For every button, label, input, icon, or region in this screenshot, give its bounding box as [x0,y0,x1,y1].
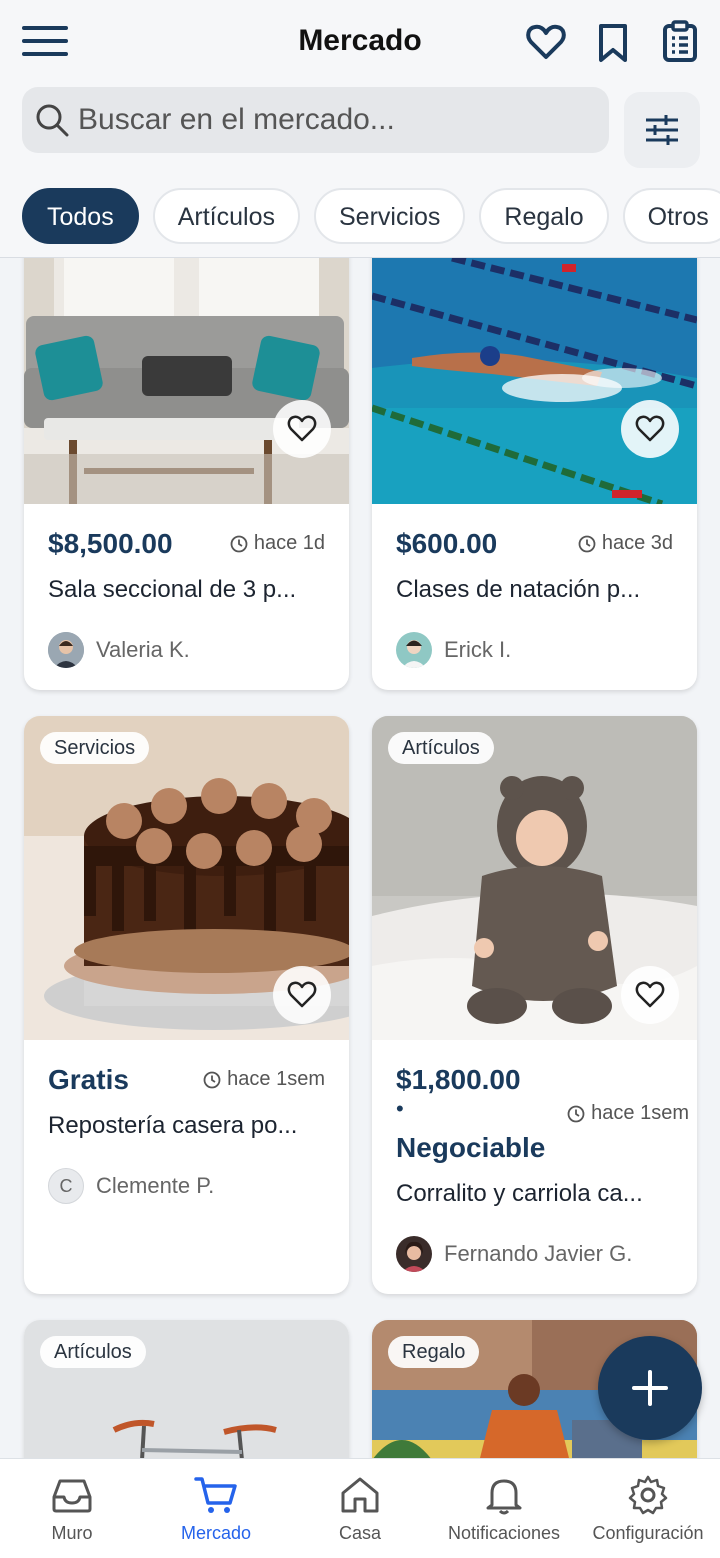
listing-card[interactable]: $600.00 hace 3d Clases de natación p... … [372,258,697,690]
sofa-photo [24,258,349,504]
search-bar[interactable] [22,87,609,153]
top-bar: Mercado [0,0,720,86]
favorite-button[interactable] [621,966,679,1024]
tab-notificaciones[interactable]: Notificaciones [432,1475,576,1544]
negotiable-label: Negociable [396,1132,546,1163]
search-icon [36,104,69,137]
listing-seller: Erick I. [396,632,511,668]
listing-card[interactable]: Artículos [24,1320,349,1458]
listing-seller: Fernando Javier G. [396,1236,632,1272]
tab-label: Casa [338,1523,382,1543]
category-tag: Regalo [388,1336,480,1368]
listing-time-text: hace 1sem [591,1102,689,1124]
listing-price: $600.00 [396,528,498,559]
listing-time: hace 1sem [567,1102,689,1125]
listing-price: Gratis [48,1064,129,1095]
listing-seller: Valeria K. [48,632,190,668]
favorite-button[interactable] [273,400,331,458]
tab-muro[interactable]: Muro [0,1475,144,1544]
bottom-tab-bar: Muro Mercado Casa Notificaciones Configu… [0,1458,720,1558]
bookmark-icon[interactable] [592,20,634,64]
listing-card[interactable]: Servicios Gratis hace 1sem Repostería ca… [24,716,349,1294]
listing-title: Sala seccional de 3 p... [48,576,297,603]
tab-mercado[interactable]: Mercado [144,1475,288,1544]
listing-time-text: hace 1d [253,532,325,554]
home-icon [341,1477,379,1513]
chip-servicios[interactable]: Servicios [313,188,466,244]
inbox-icon [52,1479,92,1513]
filter-settings-button[interactable] [624,92,700,168]
listing-price: $1,800.00 [396,1064,521,1095]
clock-icon [578,535,596,552]
avatar [48,632,84,668]
category-tag: Servicios [40,732,150,764]
heart-icon[interactable] [525,20,567,64]
clock-icon [567,1105,585,1122]
seller-name: Valeria K. [96,637,190,662]
listing-title: Corralito y carriola ca... [396,1180,643,1207]
tab-label: Mercado [180,1523,252,1543]
listing-time: hace 1sem [203,1068,325,1091]
chip-regalo[interactable]: Regalo [479,188,609,244]
clock-icon [230,535,248,552]
favorite-button[interactable] [621,400,679,458]
heart-icon [635,981,665,1008]
heart-icon [635,415,665,442]
favorite-button[interactable] [273,966,331,1024]
category-filter-chips: Todos Artículos Servicios Regalo Otros [22,188,720,244]
listing-seller: C Clemente P. [48,1168,214,1204]
tab-casa[interactable]: Casa [288,1475,432,1544]
seller-name: Erick I. [444,637,512,662]
listing-card[interactable]: $8,500.00 hace 1d Sala seccional de 3 p.… [24,258,349,690]
clock-icon [203,1071,221,1088]
heart-icon [287,981,317,1008]
plus-icon [632,1370,668,1406]
swimmer-photo [372,258,697,504]
avatar [396,632,432,668]
tab-configuracion[interactable]: Configuración [576,1475,720,1544]
listing-title: Repostería casera po... [48,1112,298,1139]
listing-time: hace 3d [578,532,673,555]
listing-card[interactable]: Artículos $1,800.00 • hace 1sem Negociab… [372,716,697,1294]
chip-articulos[interactable]: Artículos [152,188,300,244]
category-tag: Artículos [40,1336,146,1368]
cart-icon [194,1477,237,1513]
listing-time-text: hace 1sem [227,1068,325,1090]
tab-label: Configuración [592,1523,704,1543]
listing-price: $8,500.00 [48,528,173,559]
seller-name: Fernando Javier G. [444,1241,633,1266]
listing-time-text: hace 3d [601,532,673,554]
bell-icon [486,1479,522,1515]
chip-todos[interactable]: Todos [22,188,139,244]
gear-icon [628,1475,668,1515]
add-listing-button[interactable] [598,1336,702,1440]
search-input[interactable] [78,103,598,137]
chip-otros[interactable]: Otros [622,188,720,244]
seller-name: Clemente P. [96,1173,215,1198]
clipboard-icon[interactable] [659,20,701,64]
heart-icon [287,415,317,442]
tab-label: Muro [51,1523,93,1543]
price-separator: • [396,1096,404,1121]
listing-time: hace 1d [230,532,325,555]
avatar: C [48,1168,84,1204]
sliders-icon [646,115,678,145]
app-header: Mercado Buscar en el mercado... Todos Ar… [0,0,720,258]
avatar [396,1236,432,1272]
category-tag: Artículos [388,732,494,764]
listing-title: Clases de natación p... [396,576,641,603]
tab-label: Notificaciones [447,1523,561,1543]
listings-grid: $8,500.00 hace 1d Sala seccional de 3 p.… [0,258,720,1458]
